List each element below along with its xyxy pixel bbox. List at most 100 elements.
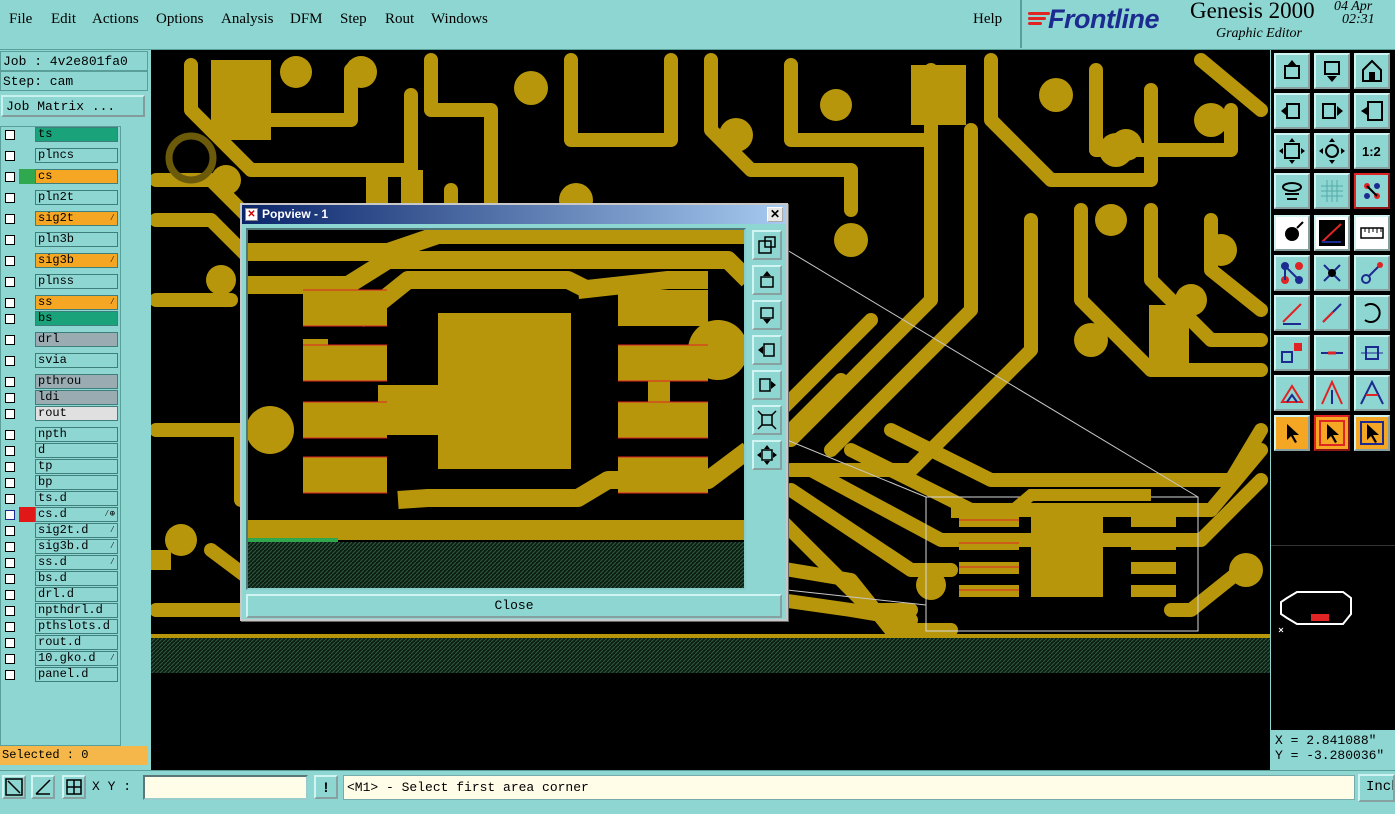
layer-name[interactable]: ts.d xyxy=(35,491,118,506)
layer-name[interactable]: bs xyxy=(35,311,118,326)
layer-checkbox[interactable] xyxy=(5,377,15,387)
layer-checkbox[interactable] xyxy=(5,654,15,664)
zoom-window-icon[interactable] xyxy=(752,230,782,260)
layer-checkbox[interactable] xyxy=(5,298,15,308)
layer-name[interactable]: sig3b ⁄ xyxy=(35,253,118,268)
line-icon[interactable] xyxy=(1274,295,1310,331)
layer-checkbox[interactable] xyxy=(5,393,15,403)
zoom-fit-icon[interactable] xyxy=(1274,133,1310,169)
layer-row[interactable]: cs.d ⁄⊕ xyxy=(1,507,119,522)
stretch-icon[interactable] xyxy=(1354,335,1390,371)
grid-snap-icon[interactable] xyxy=(62,775,86,799)
layer-row[interactable]: svia xyxy=(1,353,119,368)
layers-icon[interactable] xyxy=(1354,173,1390,209)
zoom-ratio-icon[interactable]: 1:2 xyxy=(1354,133,1390,169)
layer-checkbox[interactable] xyxy=(5,256,15,266)
layer-checkbox[interactable] xyxy=(5,356,15,366)
pointer-area-icon[interactable] xyxy=(1354,415,1390,451)
layer-checkbox[interactable] xyxy=(5,478,15,488)
layer-name[interactable]: pthslots.d xyxy=(35,619,118,634)
layer-row[interactable]: pthslots.d xyxy=(1,619,119,634)
pan-down-icon[interactable] xyxy=(752,300,782,330)
pan-left-icon[interactable] xyxy=(752,335,782,365)
layer-row[interactable]: pthrou xyxy=(1,374,119,389)
home-icon[interactable] xyxy=(1354,53,1390,89)
layer-checkbox[interactable] xyxy=(5,526,15,536)
layer-checkbox[interactable] xyxy=(5,494,15,504)
menu-actions[interactable]: Actions xyxy=(92,11,139,28)
layer-row[interactable]: npth xyxy=(1,427,119,442)
layer-name[interactable]: plncs xyxy=(35,148,118,163)
layer-checkbox[interactable] xyxy=(5,574,15,584)
measure-icon[interactable] xyxy=(31,775,55,799)
layer-name[interactable]: sig2t ⁄ xyxy=(35,211,118,226)
ruler-icon[interactable] xyxy=(1354,215,1390,251)
layer-row[interactable]: bs xyxy=(1,311,119,326)
polygon-small-icon[interactable] xyxy=(1274,375,1310,411)
zoom-home-icon[interactable] xyxy=(1314,133,1350,169)
layer-name[interactable]: bs.d xyxy=(35,571,118,586)
layer-checkbox[interactable] xyxy=(5,670,15,680)
arc-icon[interactable] xyxy=(1354,295,1390,331)
popview-canvas[interactable] xyxy=(246,228,746,590)
menu-step[interactable]: Step xyxy=(340,11,367,28)
snap-icon[interactable] xyxy=(1274,173,1310,209)
menu-windows[interactable]: Windows xyxy=(431,11,488,28)
zoom-pan-down-icon[interactable] xyxy=(1314,53,1350,89)
units-button[interactable]: Inch xyxy=(1358,774,1395,802)
menu-edit[interactable]: Edit xyxy=(51,11,76,28)
layer-checkbox[interactable] xyxy=(5,172,15,182)
layer-checkbox[interactable] xyxy=(5,542,15,552)
layer-checkbox[interactable] xyxy=(5,409,15,419)
zoom-out-icon[interactable] xyxy=(752,440,782,470)
polygon-large-icon[interactable] xyxy=(1354,375,1390,411)
menu-rout[interactable]: Rout xyxy=(385,11,414,28)
layer-checkbox[interactable] xyxy=(5,151,15,161)
layer-row[interactable]: ts xyxy=(1,127,119,142)
xy-input[interactable] xyxy=(143,775,308,800)
layer-name[interactable]: bp xyxy=(35,475,118,490)
layer-name[interactable]: drl xyxy=(35,332,118,347)
layer-name[interactable]: cs xyxy=(35,169,118,184)
grid-icon[interactable] xyxy=(1314,173,1350,209)
layer-name[interactable]: panel.d xyxy=(35,667,118,682)
layer-name[interactable]: sig2t.d ⁄ xyxy=(35,523,118,538)
layer-row[interactable]: rout xyxy=(1,406,119,421)
layer-name[interactable]: ts xyxy=(35,127,118,142)
layer-checkbox[interactable] xyxy=(5,430,15,440)
layer-name[interactable]: cs.d ⁄⊕ xyxy=(35,507,118,522)
layer-name[interactable]: sig3b.d ⁄ xyxy=(35,539,118,554)
measure-diagonal-icon[interactable] xyxy=(1314,215,1350,251)
move-horizontal-icon[interactable] xyxy=(1314,335,1350,371)
undo-zoom-icon[interactable] xyxy=(1354,93,1390,129)
layer-row[interactable]: sig3b.d ⁄ xyxy=(1,539,119,554)
layer-row[interactable]: plnss xyxy=(1,274,119,289)
layer-checkbox[interactable] xyxy=(5,277,15,287)
layer-checkbox[interactable] xyxy=(5,130,15,140)
popview-close-button[interactable]: Close xyxy=(246,594,782,618)
pointer-add-icon[interactable] xyxy=(1314,415,1350,451)
close-icon[interactable]: ✕ xyxy=(767,207,783,222)
layer-name[interactable]: pthrou xyxy=(35,374,118,389)
layer-row[interactable]: tp xyxy=(1,459,119,474)
layer-row[interactable]: rout.d xyxy=(1,635,119,650)
layer-row[interactable]: npthdrl.d xyxy=(1,603,119,618)
layer-row[interactable]: d xyxy=(1,443,119,458)
add-pad-icon[interactable] xyxy=(1274,255,1310,291)
layer-row[interactable]: cs xyxy=(1,169,119,184)
layer-row[interactable]: pln2t xyxy=(1,190,119,205)
layer-name[interactable]: rout.d xyxy=(35,635,118,650)
pan-left-icon[interactable] xyxy=(1274,93,1310,129)
layer-row[interactable]: ts.d xyxy=(1,491,119,506)
layer-checkbox[interactable] xyxy=(5,235,15,245)
menu-options[interactable]: Options xyxy=(156,11,204,28)
layer-row[interactable]: bs.d xyxy=(1,571,119,586)
diagonal-line-icon[interactable] xyxy=(1314,295,1350,331)
layer-name[interactable]: ldi xyxy=(35,390,118,405)
layer-checkbox[interactable] xyxy=(5,446,15,456)
popview-title-bar[interactable]: ✕ Popview - 1 ✕ xyxy=(242,205,786,224)
job-matrix-button[interactable]: Job Matrix ... xyxy=(1,95,145,117)
zoom-pan-up-icon[interactable] xyxy=(1274,53,1310,89)
pointer-icon[interactable] xyxy=(1274,415,1310,451)
layer-name[interactable]: npthdrl.d xyxy=(35,603,118,618)
